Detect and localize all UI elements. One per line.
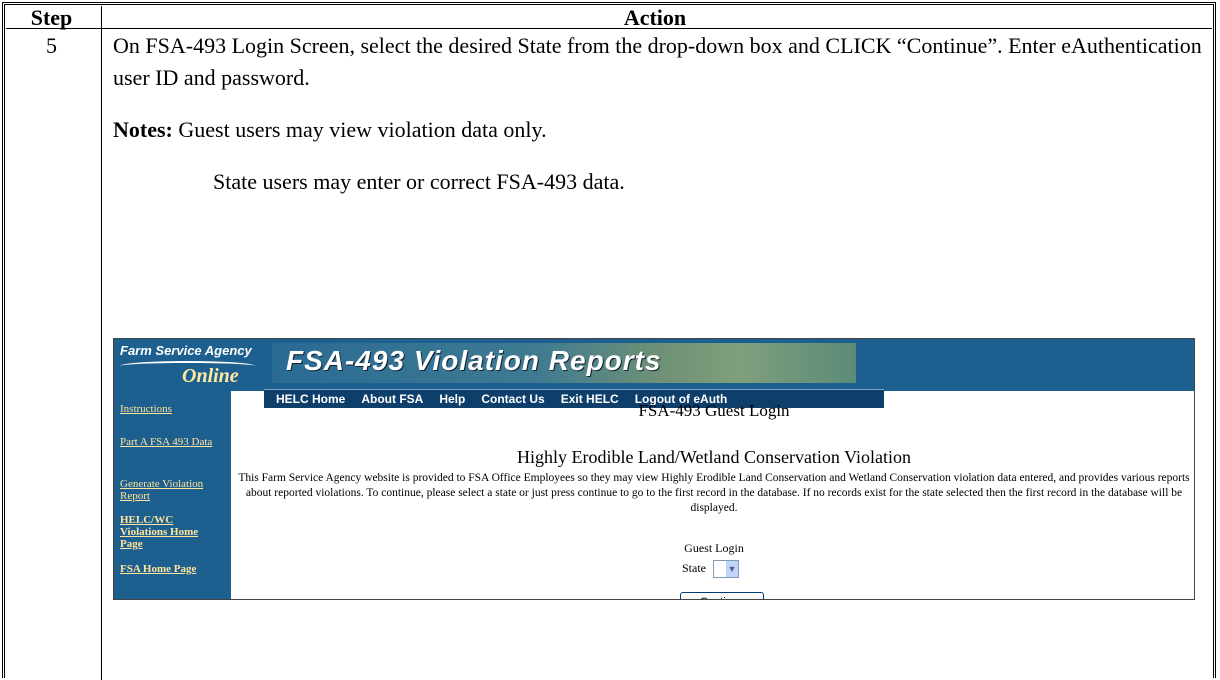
- site-banner: Farm Service Agency Online FSA-493 Viola…: [114, 339, 1194, 391]
- column-divider: [101, 6, 102, 680]
- sidebar-item-generate-report[interactable]: Generate Violation Report: [120, 478, 230, 502]
- logo-online-text: Online: [182, 365, 239, 387]
- login-content: FSA-493 Guest Login Highly Erodible Land…: [234, 395, 1194, 599]
- action-cell: On FSA-493 Login Screen, select the desi…: [113, 30, 1203, 198]
- title-banner: FSA-493 Violation Reports: [272, 343, 856, 383]
- sidebar: Instructions Part A FSA 493 Data Generat…: [114, 391, 231, 599]
- state-select[interactable]: ▼: [713, 560, 739, 578]
- instruction-paragraph: On FSA-493 Login Screen, select the desi…: [113, 33, 1202, 90]
- embedded-screenshot: Farm Service Agency Online FSA-493 Viola…: [113, 338, 1195, 600]
- page-subtitle: Highly Erodible Land/Wetland Conservatio…: [516, 447, 912, 467]
- sidebar-item-helc-home[interactable]: HELC/WC Violations Home Page: [120, 514, 210, 550]
- state-row: State ▼: [682, 560, 739, 578]
- continue-button[interactable]: Continue: [680, 592, 764, 599]
- header-action: Action: [623, 5, 687, 30]
- fsa-logo[interactable]: Farm Service Agency Online: [120, 343, 260, 387]
- page-title: FSA-493 Guest Login: [638, 401, 790, 420]
- notes-text: Guest users may view violation data only…: [172, 117, 547, 142]
- chevron-down-icon[interactable]: ▼: [726, 561, 738, 577]
- logo-top-text: Farm Service Agency: [120, 343, 252, 358]
- sidebar-item-instructions[interactable]: Instructions: [120, 403, 172, 415]
- sidebar-item-part-a[interactable]: Part A FSA 493 Data: [120, 436, 220, 448]
- sidebar-item-fsa-home[interactable]: FSA Home Page: [120, 563, 196, 575]
- state-label: State: [682, 560, 706, 575]
- table-header-row: Step Action: [6, 5, 1212, 30]
- page-description: This Farm Service Agency website is prov…: [238, 472, 1190, 514]
- site-title: FSA-493 Violation Reports: [286, 345, 662, 376]
- notes-paragraph: Notes: Guest users may view violation da…: [113, 114, 1203, 146]
- notes-paragraph-2: State users may enter or correct FSA-493…: [213, 169, 625, 194]
- header-step: Step: [30, 5, 73, 30]
- notes-label: Notes:: [113, 117, 173, 142]
- step-number: 5: [46, 33, 57, 58]
- guest-login-label: Guest Login: [684, 541, 744, 555]
